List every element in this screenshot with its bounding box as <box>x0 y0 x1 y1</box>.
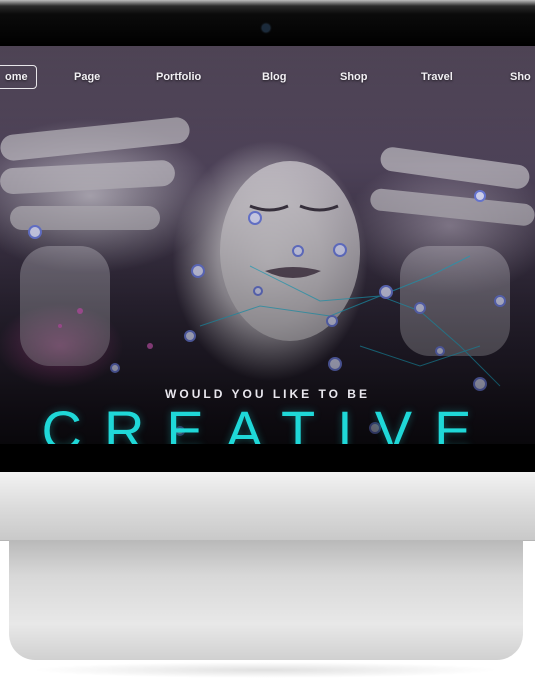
stand-shadow <box>30 662 500 678</box>
monitor-stand <box>9 540 523 660</box>
nav-item-shop-2[interactable]: Sho <box>510 66 531 88</box>
hero-headline: CREATIVE <box>41 399 494 444</box>
nav-item-portfolio[interactable]: Portfolio <box>156 66 201 88</box>
nav-item-blog[interactable]: Blog <box>262 66 286 88</box>
monitor-bezel-top <box>0 0 535 46</box>
nav-item-shop[interactable]: Shop <box>340 66 368 88</box>
camera-icon <box>262 24 270 32</box>
monitor-bezel-bottom <box>0 444 535 472</box>
monitor-screen: ome Page Portfolio Blog Shop Travel Sho … <box>0 46 535 444</box>
nav-item-travel[interactable]: Travel <box>421 66 453 88</box>
nav-item-page[interactable]: Page <box>74 66 100 88</box>
site-nav: ome Page Portfolio Blog Shop Travel Sho <box>0 65 535 92</box>
monitor-chin <box>0 472 535 541</box>
screen-vignette <box>0 46 535 444</box>
nav-item-home[interactable]: ome <box>0 65 37 89</box>
